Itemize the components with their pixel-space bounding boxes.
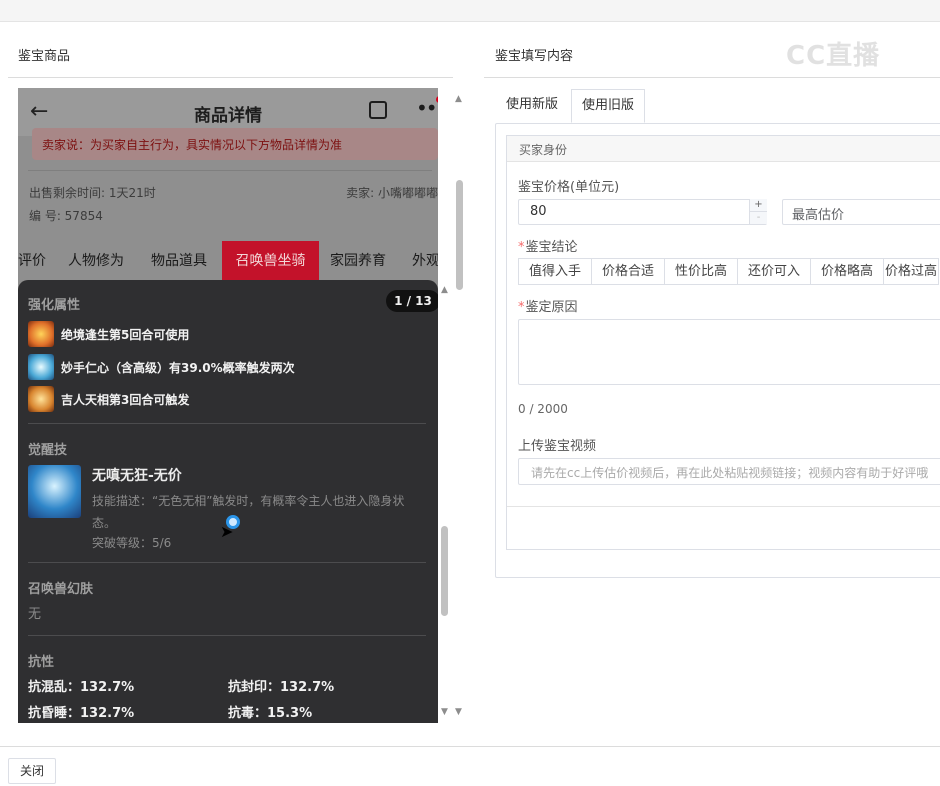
serial-number: 编 号: 57854 [29, 209, 103, 223]
right-header-divider [484, 77, 940, 78]
mouse-cursor-icon: ➤ [220, 522, 234, 541]
video-link-input[interactable]: 请先在cc上传估价视频后，再在此处粘贴视频链接；视频内容有助于好评哦 [518, 458, 940, 485]
attribute-text: 吉人天相第3回合可触发 [61, 393, 190, 407]
beast-detail-panel: 强化属性 1 / 13 绝境逢生第5回合可使用 妙手仁心（含高级）有39.0%概… [18, 280, 438, 723]
tab-homestead[interactable]: 家园养育 [330, 241, 394, 281]
resist-value: 抗混乱：132.7% [28, 680, 135, 695]
buyer-section-title: 买家身份 [507, 136, 940, 162]
reason-char-count: 0 / 2000 [518, 402, 568, 416]
conclusion-option[interactable]: 价格过高 [883, 258, 939, 285]
video-label: 上传鉴宝视频 [518, 439, 597, 454]
tab-appearance[interactable]: 外观 [412, 241, 438, 281]
product-preview-frame[interactable]: ← 商品详情 ••• 卖家说：为买家自主行为，具实情况以下方物品详情为准 出售剩… [18, 88, 438, 723]
awaken-skill-icon [28, 465, 81, 518]
outer-scrollbar-thumb[interactable] [456, 180, 463, 290]
conclusion-option[interactable]: 价格略高 [810, 258, 884, 285]
form-footer-divider [507, 506, 940, 507]
resist-label: 抗性 [28, 655, 55, 670]
attribute-text: 绝境逢生第5回合可使用 [61, 328, 190, 342]
minus-icon[interactable]: - [750, 212, 767, 224]
conclusion-option[interactable]: 价格合适 [591, 258, 665, 285]
watermark-logo: CC直播 [786, 41, 881, 71]
tab-old-version[interactable]: 使用旧版 [571, 89, 645, 123]
price-stepper[interactable]: + - [749, 199, 767, 225]
right-section-title: 鉴宝填写内容 [495, 49, 574, 64]
conclusion-label: *鉴宝结论 [518, 236, 578, 255]
attribute-text: 妙手仁心（含高级）有39.0%概率触发两次 [61, 361, 295, 375]
more-icon[interactable]: ••• [416, 96, 438, 120]
section-divider [28, 635, 426, 636]
resist-value: 抗昏睡：132.7% [28, 706, 135, 721]
section-divider [28, 423, 426, 424]
scroll-down-arrow-icon[interactable]: ▼ [441, 707, 448, 717]
top-band [0, 0, 940, 22]
section-divider [28, 562, 426, 563]
skill-level: 突破等级：5/6 [92, 536, 172, 550]
price-label: 鉴宝价格(单位元) [518, 180, 620, 195]
reason-label: *鉴定原因 [518, 296, 578, 315]
required-mark: * [518, 240, 525, 255]
price-input[interactable]: 80 [518, 199, 767, 225]
inner-scrollbar-thumb[interactable] [441, 526, 448, 616]
page-badge: 1 / 13 [386, 290, 438, 312]
tab-character[interactable]: 人物修为 [68, 241, 134, 281]
tab-reviews[interactable]: 评价 [18, 241, 48, 281]
resist-value: 抗毒：15.3% [228, 706, 313, 721]
skin-value: 无 [28, 607, 42, 622]
skin-label: 召唤兽幻肤 [28, 582, 94, 597]
tab-items[interactable]: 物品道具 [151, 241, 217, 281]
skill-name: 无嗔无狂-无价 [92, 468, 182, 484]
awaken-label: 觉醒技 [28, 443, 68, 458]
seller-name: 卖家: 小嘴嘟嘟嘟 [346, 186, 438, 200]
scroll-down-arrow-icon[interactable]: ▼ [455, 707, 462, 717]
enhance-label: 强化属性 [28, 298, 81, 313]
seller-notice: 卖家说：为买家自主行为，具实情况以下方物品详情为准 [32, 128, 438, 160]
conclusion-label-text: 鉴宝结论 [525, 240, 578, 255]
left-section-title: 鉴宝商品 [18, 49, 71, 64]
conclusion-option[interactable]: 还价可入 [737, 258, 811, 285]
healing-skill-icon [28, 354, 54, 380]
plus-icon[interactable]: + [750, 199, 767, 212]
reason-textarea[interactable] [518, 319, 940, 385]
close-button[interactable]: 关闭 [8, 758, 56, 784]
blessing-skill-icon [28, 386, 54, 412]
reason-label-text: 鉴定原因 [525, 300, 578, 315]
info-divider [28, 170, 432, 171]
tab-summon-beast[interactable]: 召唤兽坐骑 [222, 241, 319, 281]
resist-value: 抗封印：132.7% [228, 680, 335, 695]
estimate-select[interactable]: 最高估价 [782, 199, 940, 225]
flame-skill-icon [28, 321, 54, 347]
left-header-divider [8, 77, 453, 78]
share-icon[interactable] [369, 101, 387, 119]
conclusion-option[interactable]: 值得入手 [518, 258, 592, 285]
conclusion-option[interactable]: 性价比高 [664, 258, 738, 285]
required-mark: * [518, 300, 525, 315]
remaining-time: 出售剩余时间: 1天21时 [29, 186, 156, 200]
notification-dot [436, 96, 438, 103]
scroll-up-arrow-icon[interactable]: ▲ [455, 94, 462, 104]
skill-description: 技能描述：“无色无相”触发时，有概率令主人也进入隐身状态。 [92, 494, 405, 530]
category-tabs: 评价 人物修为 物品道具 召唤兽坐骑 家园养育 外观 [18, 241, 438, 281]
tab-new-version[interactable]: 使用新版 [495, 89, 569, 123]
scroll-up-arrow-icon[interactable]: ▲ [441, 285, 448, 295]
footer-divider [0, 746, 940, 747]
